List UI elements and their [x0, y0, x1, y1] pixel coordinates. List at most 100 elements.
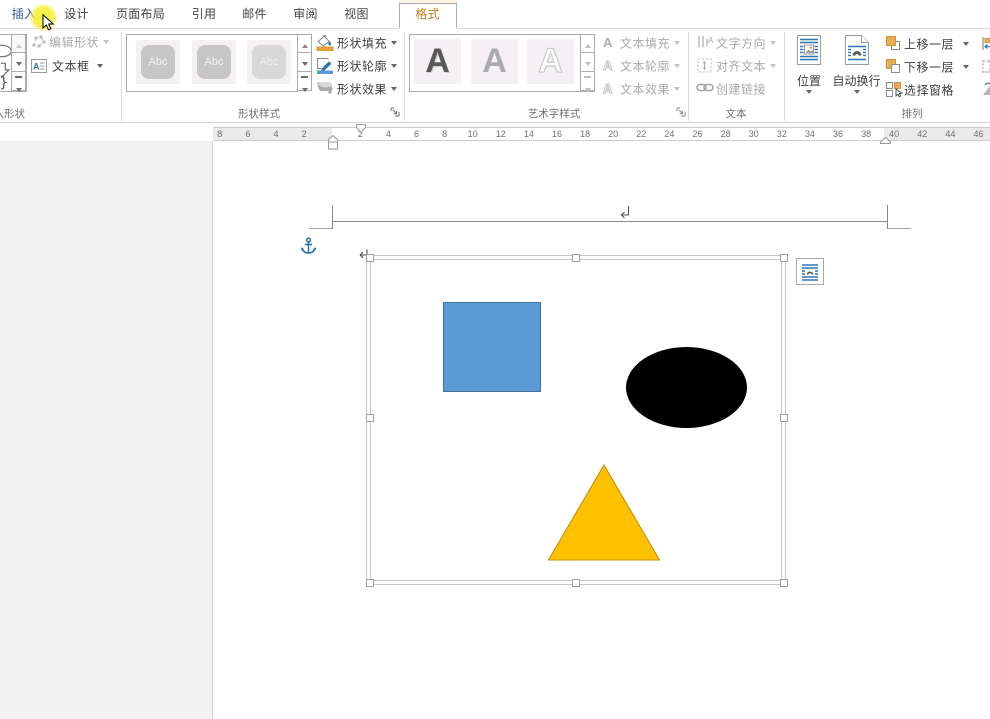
tab-format[interactable]: 格式	[415, 0, 439, 28]
ruler-number: 16	[552, 129, 562, 139]
ruler-number: 8	[442, 129, 447, 139]
text-outline-dropdown-icon	[674, 64, 680, 68]
selection-pane-button[interactable]: 选择窗格	[904, 81, 954, 98]
right-indent-marker[interactable]	[880, 137, 891, 144]
ruler-number: 6	[245, 129, 250, 139]
shapes-gallery-down-button[interactable]	[11, 53, 26, 72]
text-box-icon: A	[31, 59, 47, 73]
text-box-button[interactable]: 文本框	[52, 57, 90, 74]
left-indent-marker[interactable]	[328, 135, 338, 150]
canvas-handle-top-right[interactable]	[780, 254, 788, 262]
position-button[interactable]: 位置	[797, 72, 821, 89]
text-fill-dropdown-icon	[674, 41, 680, 45]
canvas-handle-bottom-right[interactable]	[780, 579, 788, 587]
wrap-text-button[interactable]: 自动换行	[832, 72, 880, 89]
ruler-number: 38	[861, 129, 871, 139]
ruler-number: 28	[721, 129, 731, 139]
wordart-style-tile[interactable]: A	[527, 39, 574, 84]
ruler-number: 10	[468, 129, 478, 139]
group-separator	[784, 32, 785, 121]
position-icon	[797, 35, 821, 65]
tab-references[interactable]: 引用	[192, 0, 216, 28]
wrap-text-dropdown-icon	[854, 90, 860, 94]
canvas-handle-bottom-left[interactable]	[366, 579, 374, 587]
rotate-objects-icon	[982, 82, 990, 97]
shape-fill-button[interactable]: 形状填充	[337, 34, 387, 51]
shapes-gallery-more-button[interactable]	[11, 72, 26, 91]
word-window: 插入 设计 页面布局 引用 邮件 审阅 视图 格式 }	[0, 0, 990, 719]
shape-style-tile[interactable]: Abc	[136, 40, 180, 84]
ruler-number: 36	[833, 129, 843, 139]
shapes-gallery-scroll	[11, 34, 26, 92]
shape-styles-gallery[interactable]: Abc Abc Abc	[126, 34, 298, 92]
align-objects-icon	[982, 36, 990, 51]
group-objects-icon	[982, 59, 990, 74]
create-link-button[interactable]: 创建链接	[716, 80, 766, 97]
shape-rectangle[interactable]	[443, 302, 541, 392]
tab-page-layout[interactable]: 页面布局	[116, 0, 165, 28]
ribbon-tab-bar: 插入 设计 页面布局 引用 邮件 审阅 视图 格式	[0, 0, 990, 29]
align-text-dropdown-icon	[770, 64, 776, 68]
group-separator	[121, 32, 122, 121]
bring-forward-dropdown-icon	[963, 42, 969, 46]
text-outline-button[interactable]: 文本轮廓	[620, 57, 670, 74]
layout-options-button[interactable]	[796, 258, 824, 285]
text-direction-button[interactable]: 文字方向	[716, 34, 766, 51]
tab-mailings[interactable]: 邮件	[242, 0, 266, 28]
tab-view[interactable]: 视图	[344, 0, 368, 28]
shape-style-tile[interactable]: Abc	[247, 40, 291, 84]
edit-shape-button[interactable]: 编辑形状	[49, 34, 99, 51]
wordart-style-tile[interactable]: A	[471, 39, 518, 84]
canvas-handle-top-center[interactable]	[572, 254, 580, 262]
wordart-styles-gallery[interactable]: A A A	[409, 34, 595, 92]
shape-styles-down-button[interactable]	[297, 53, 312, 72]
wordart-style-tile[interactable]: A	[414, 39, 461, 84]
first-line-indent-marker[interactable]	[356, 124, 366, 133]
text-direction-icon: A	[697, 35, 713, 50]
text-fill-icon: A	[603, 35, 617, 49]
text-boundary-line	[332, 221, 888, 222]
shape-style-tile[interactable]: Abc	[192, 40, 236, 84]
group-label-shape-styles: 形状样式	[238, 106, 280, 121]
bring-forward-button[interactable]: 上移一层	[904, 35, 954, 52]
send-backward-button[interactable]: 下移一层	[904, 58, 954, 75]
shape-outline-button[interactable]: 形状轮廓	[337, 57, 387, 74]
group-label-arrange: 排列	[902, 106, 923, 121]
shape-ellipse[interactable]	[626, 347, 747, 428]
shape-effects-dropdown-icon	[391, 87, 397, 91]
shape-styles-up-button[interactable]	[297, 34, 312, 53]
shape-triangle[interactable]	[545, 462, 663, 563]
text-fill-button[interactable]: 文本填充	[620, 34, 670, 51]
text-boundary-right-tick	[887, 205, 888, 229]
shapes-gallery-up-button[interactable]	[11, 34, 26, 53]
ruler-number: 46	[973, 129, 983, 139]
tab-review[interactable]: 审阅	[293, 0, 317, 28]
wordart-more-button[interactable]	[580, 72, 595, 91]
canvas-handle-bottom-center[interactable]	[572, 579, 580, 587]
text-boundary-left-tick	[332, 205, 333, 229]
create-link-icon	[696, 82, 714, 93]
shape-styles-dialog-launcher[interactable]	[390, 107, 400, 117]
ruler-number: 34	[805, 129, 815, 139]
position-dropdown-icon	[806, 90, 812, 94]
wordart-styles-scroll	[580, 34, 595, 92]
wordart-down-button[interactable]	[580, 53, 595, 72]
wordart-up-button[interactable]	[580, 34, 595, 53]
outside-page-background	[0, 141, 213, 719]
shape-effects-button[interactable]: 形状效果	[337, 80, 387, 97]
tab-design[interactable]: 设计	[64, 0, 88, 28]
edit-shape-icon	[31, 35, 46, 48]
canvas-handle-middle-left[interactable]	[366, 414, 374, 422]
canvas-handle-middle-right[interactable]	[780, 414, 788, 422]
align-text-button[interactable]: 对齐文本	[716, 57, 766, 74]
text-effects-button[interactable]: 文本效果	[620, 80, 670, 97]
svg-text:A: A	[33, 62, 40, 72]
canvas-handle-top-left[interactable]	[366, 254, 374, 262]
text-direction-dropdown-icon	[770, 41, 776, 45]
selection-pane-icon	[886, 82, 903, 98]
document-area	[0, 141, 990, 719]
wordart-dialog-launcher[interactable]	[676, 107, 686, 117]
ribbon: } 编辑形状 A 文本框 插入形状 Abc Abc Abc	[0, 29, 990, 122]
layout-options-icon	[801, 263, 819, 281]
shape-styles-more-button[interactable]	[297, 72, 312, 91]
